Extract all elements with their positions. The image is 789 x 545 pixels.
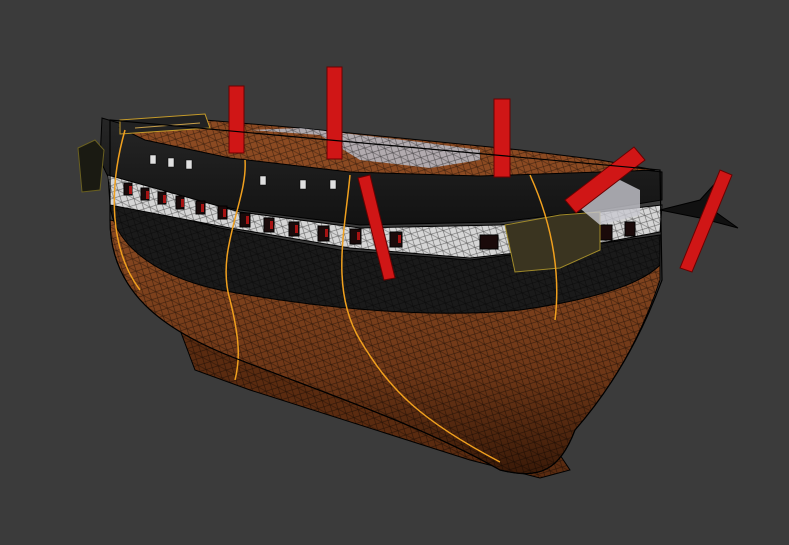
3d-viewport[interactable] [0,0,789,545]
fore-mast [493,98,511,178]
stern-gallery [77,139,105,193]
ship-model [77,66,739,479]
main-mast [326,66,343,160]
mizzen-mast [228,85,245,154]
